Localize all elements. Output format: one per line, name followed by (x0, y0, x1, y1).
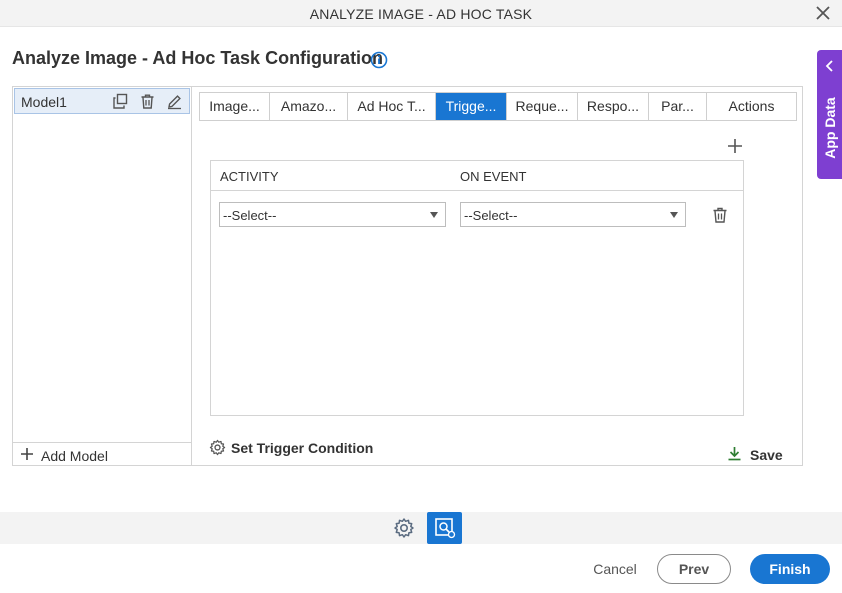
close-icon[interactable] (814, 4, 832, 22)
app-data-tab[interactable]: App Data (817, 50, 842, 179)
activity-select-value: --Select-- (223, 208, 277, 223)
app-data-label: App Data (822, 97, 838, 159)
download-icon (728, 447, 741, 461)
tab-ad-hoc-task[interactable]: Ad Hoc T... (348, 93, 436, 120)
settings-gear-icon[interactable] (393, 517, 415, 539)
column-header-on-event: ON EVENT (460, 169, 527, 184)
add-model-label: Add Model (41, 448, 108, 464)
image-analysis-button[interactable] (427, 512, 462, 544)
dropdown-arrow-icon (430, 212, 438, 218)
title-bar: ANALYZE IMAGE - AD HOC TASK (0, 0, 842, 27)
tab-triggers[interactable]: Trigge... (436, 93, 507, 120)
delete-row-icon[interactable] (711, 206, 729, 224)
add-model-button[interactable]: Add Model (13, 442, 191, 465)
tab-bar: Image... Amazo... Ad Hoc T... Trigge... … (199, 92, 797, 121)
model-list: Model1 Add Model (13, 87, 192, 465)
model-name: Model1 (21, 94, 67, 110)
tab-actions[interactable]: Actions (707, 93, 796, 120)
copy-icon[interactable] (112, 93, 129, 110)
model-item[interactable]: Model1 (14, 88, 190, 114)
dropdown-arrow-icon (670, 212, 678, 218)
cancel-button[interactable]: Cancel (590, 561, 640, 577)
page-title: Analyze Image - Ad Hoc Task Configuratio… (12, 48, 384, 68)
save-button[interactable]: Save (727, 445, 787, 465)
tab-response[interactable]: Respo... (578, 93, 649, 120)
on-event-select-value: --Select-- (464, 208, 518, 223)
chevron-left-icon (825, 60, 833, 72)
gear-icon (209, 439, 226, 456)
delete-icon[interactable] (139, 93, 156, 110)
finish-button[interactable]: Finish (750, 554, 830, 584)
add-row-icon[interactable] (727, 138, 743, 154)
on-event-select[interactable]: --Select-- (460, 202, 686, 227)
tab-amazon[interactable]: Amazo... (270, 93, 348, 120)
tab-request[interactable]: Reque... (507, 93, 578, 120)
prev-button[interactable]: Prev (657, 554, 731, 584)
window-title: ANALYZE IMAGE - AD HOC TASK (309, 6, 533, 22)
column-header-activity: ACTIVITY (220, 169, 279, 184)
image-search-icon (435, 518, 456, 539)
trigger-grid: ACTIVITY ON EVENT --Select-- --Select-- (210, 160, 744, 416)
grid-header: ACTIVITY ON EVENT (211, 161, 743, 191)
tab-image[interactable]: Image... (200, 93, 270, 120)
activity-select[interactable]: --Select-- (219, 202, 446, 227)
bottom-toolbar (0, 512, 842, 544)
configuration-panel: Model1 Add Model Image... Amazo... Ad Ho… (12, 86, 803, 466)
plus-icon (21, 448, 33, 460)
tab-parameters[interactable]: Par... (649, 93, 707, 120)
set-trigger-condition-label: Set Trigger Condition (231, 440, 374, 456)
save-label: Save (750, 447, 783, 463)
edit-icon[interactable] (166, 93, 183, 110)
model-details: Image... Amazo... Ad Hoc T... Trigge... … (193, 87, 803, 465)
info-icon[interactable] (370, 51, 388, 69)
